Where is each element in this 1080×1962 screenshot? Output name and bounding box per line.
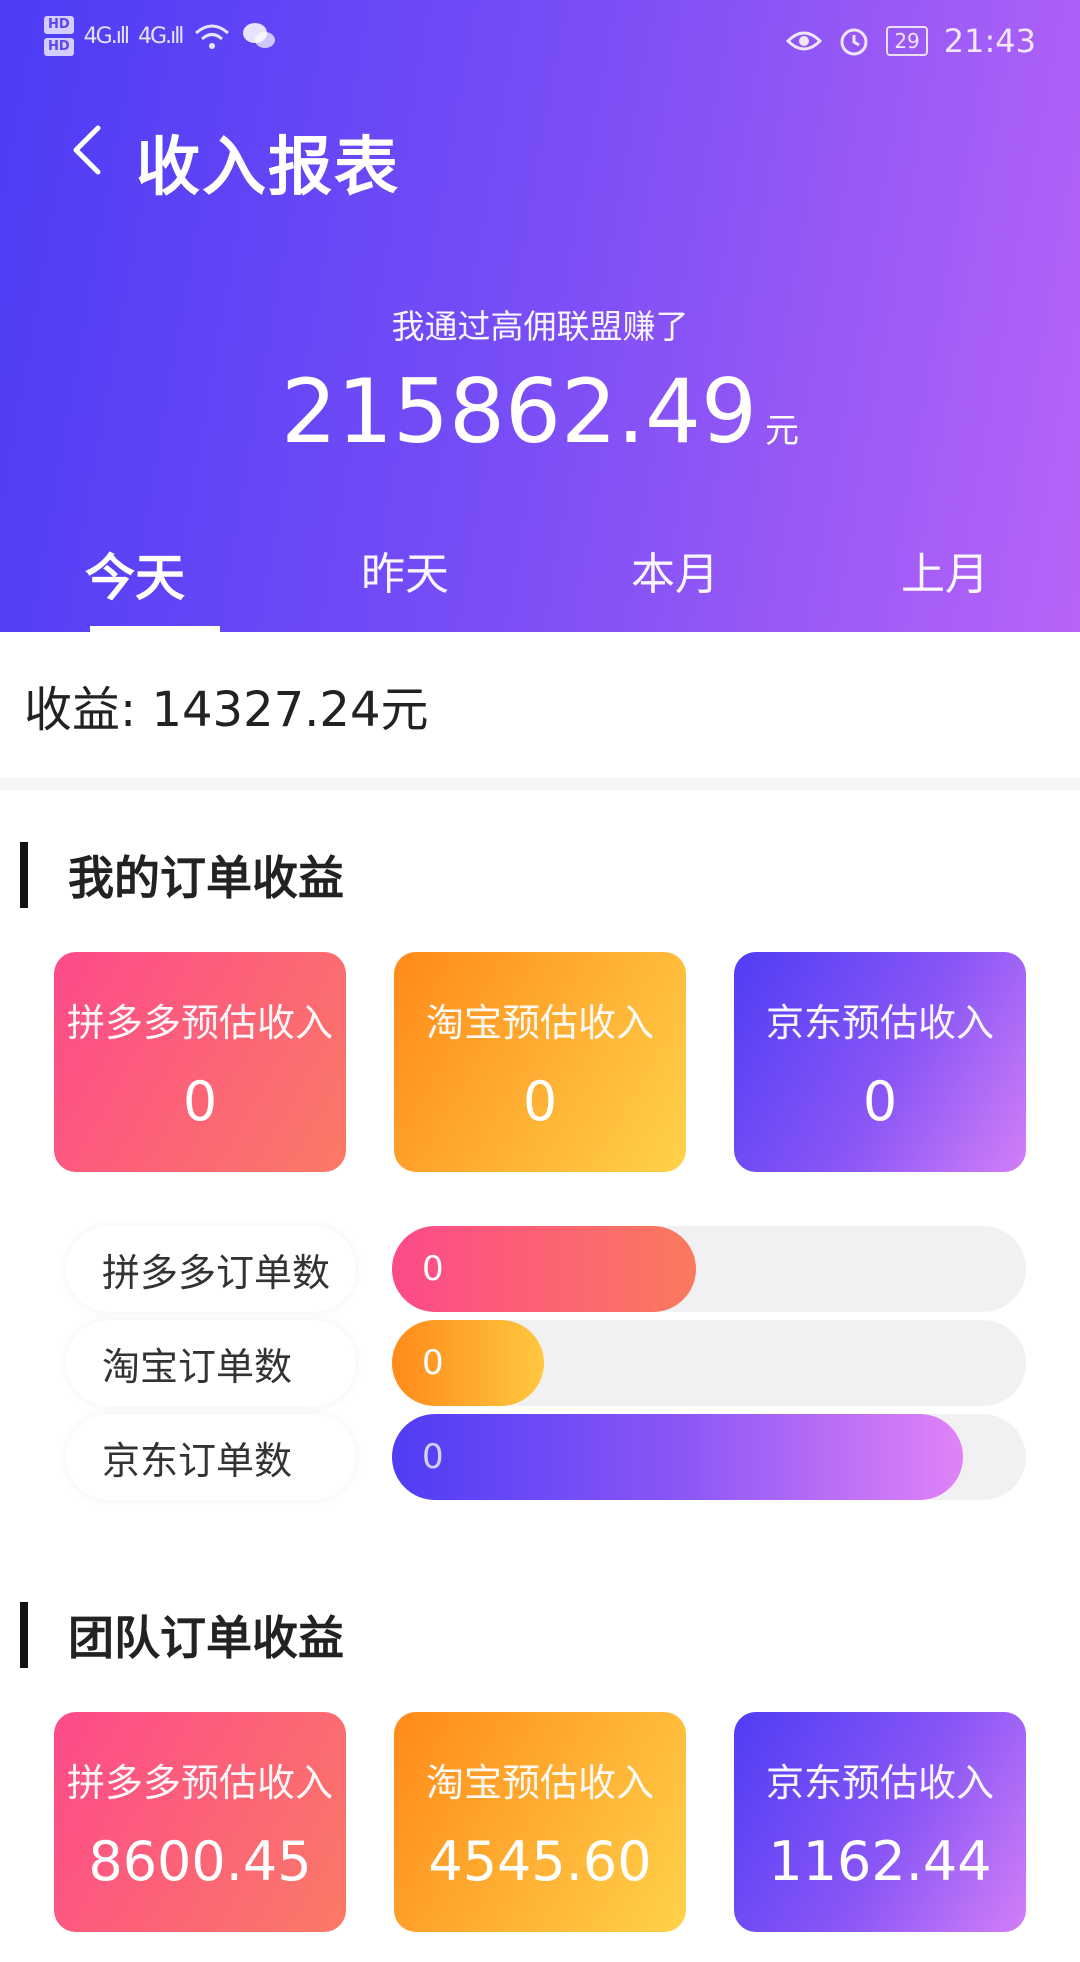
alarm-icon [840, 28, 868, 56]
team-orders-title: 团队订单收益 [68, 1611, 344, 1665]
earn-caption: 我通过高佣联盟赚了 [391, 307, 689, 346]
income-summary: 收益: 14327.24元 [0, 632, 1080, 778]
pdd-orders-track: 0 [392, 1226, 1026, 1312]
status-time: 21:43 [943, 22, 1036, 60]
pdd-orders-count: 0 [422, 1249, 444, 1289]
wifi-icon [195, 24, 230, 49]
jd-orders-track: 0 [392, 1414, 1026, 1500]
team-taobao-card[interactable]: 淘宝预估收入 4545.60 [394, 1712, 686, 1932]
card-label: 淘宝预估收入 [425, 1761, 654, 1805]
battery-icon: 29 [886, 26, 928, 56]
tab-yesterday[interactable]: 昨天 [270, 530, 540, 632]
eye-icon [786, 31, 823, 51]
card-label: 京东预估收入 [765, 1001, 994, 1045]
card-value: 0 [862, 1070, 898, 1133]
back-button[interactable] [66, 120, 106, 180]
hd-icon: HD HD [44, 16, 74, 56]
card-value: 1162.44 [768, 1830, 992, 1893]
section-marker [20, 1602, 28, 1668]
card-value: 8600.45 [88, 1830, 312, 1893]
chevron-left-icon [73, 125, 101, 175]
card-value: 4545.60 [428, 1830, 652, 1893]
my-pdd-card[interactable]: 拼多多预估收入 0 [54, 952, 346, 1172]
taobao-orders-track: 0 [392, 1320, 1026, 1406]
pdd-orders-label: 拼多多订单数 [66, 1226, 356, 1312]
period-tabs: 今天 昨天 本月 上月 [0, 530, 1080, 632]
tab-last-month[interactable]: 上月 [810, 530, 1080, 632]
signal-icon-2: 4G.ıll [138, 23, 184, 49]
taobao-orders-row: 淘宝订单数 0 [66, 1320, 1026, 1406]
pdd-orders-row: 拼多多订单数 0 [66, 1226, 1026, 1312]
tab-this-month[interactable]: 本月 [540, 530, 810, 632]
status-right: 29 21:43 [786, 22, 1036, 60]
signal-icon: 4G.ıll [83, 23, 130, 49]
taobao-orders-count: 0 [422, 1343, 444, 1383]
taobao-orders-bar: 0 [392, 1320, 545, 1406]
my-orders-section-title: 我的订单收益 [0, 840, 344, 910]
tab-today[interactable]: 今天 [0, 530, 270, 632]
hd-label-1: HD [44, 16, 74, 34]
pdd-orders-bar: 0 [392, 1226, 697, 1312]
team-jd-card[interactable]: 京东预估收入 1162.44 [734, 1712, 1026, 1932]
card-label: 京东预估收入 [765, 1761, 994, 1805]
my-jd-card[interactable]: 京东预估收入 0 [734, 952, 1026, 1172]
taobao-orders-label: 淘宝订单数 [66, 1320, 356, 1406]
header: HD HD 4G.ıll 4G.ıll 29 21:43 收入报表 我通过高佣联… [0, 0, 1080, 632]
jd-orders-row: 京东订单数 0 [66, 1414, 1026, 1500]
jd-orders-count: 0 [422, 1437, 444, 1477]
card-label: 拼多多预估收入 [66, 1001, 333, 1045]
earn-unit: 元 [764, 411, 799, 451]
my-taobao-card[interactable]: 淘宝预估收入 0 [394, 952, 686, 1172]
earn-amount: 215862.49 元 [0, 360, 1080, 463]
status-left: HD HD 4G.ıll 4G.ıll [44, 16, 276, 56]
card-label: 拼多多预估收入 [66, 1761, 333, 1805]
status-bar: HD HD 4G.ıll 4G.ıll 29 21:43 [0, 0, 1080, 88]
income-label: 收益: [24, 682, 137, 738]
wechat-icon [243, 23, 276, 48]
card-value: 0 [522, 1070, 558, 1133]
card-label: 淘宝预估收入 [425, 1001, 654, 1045]
income-value: 14327.24元 [151, 682, 429, 738]
hd-label-2: HD [44, 38, 74, 56]
team-orders-section-title: 团队订单收益 [0, 1600, 344, 1670]
main-content: 我的订单收益 拼多多预估收入 0 淘宝预估收入 0 京东预估收入 0 拼多多订单… [0, 790, 1080, 1962]
my-orders-title: 我的订单收益 [68, 851, 344, 905]
earn-value: 215862.49 [281, 360, 757, 463]
jd-orders-label: 京东订单数 [66, 1414, 356, 1500]
jd-orders-bar: 0 [392, 1414, 963, 1500]
card-value: 0 [182, 1070, 218, 1133]
section-marker [20, 842, 28, 908]
page-title: 收入报表 [136, 131, 400, 205]
team-pdd-card[interactable]: 拼多多预估收入 8600.45 [54, 1712, 346, 1932]
